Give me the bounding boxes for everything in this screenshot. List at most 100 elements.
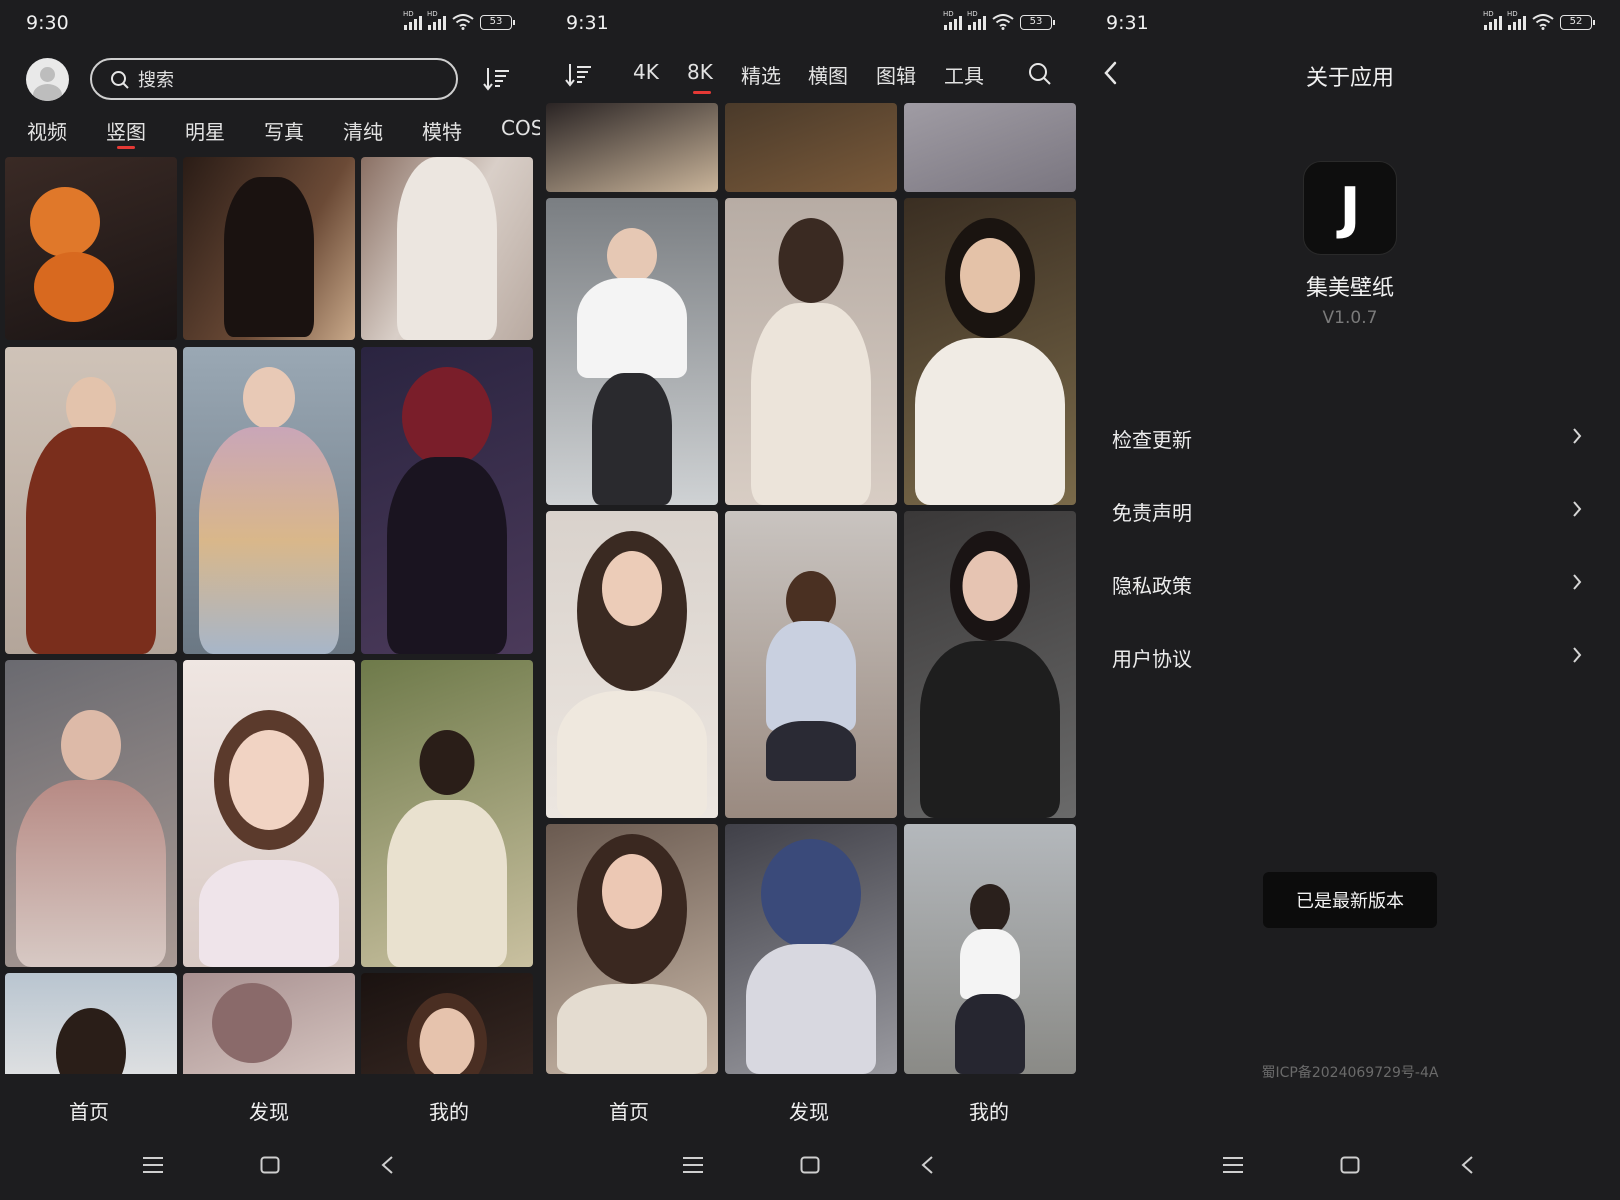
tab-landscape[interactable]: 横图 bbox=[808, 60, 848, 89]
tab-photo[interactable]: 写真 bbox=[264, 116, 304, 145]
wallpaper-tile[interactable] bbox=[361, 347, 533, 654]
nav-discover[interactable]: 发现 bbox=[249, 1096, 289, 1125]
signal-icon: HD bbox=[943, 10, 962, 30]
nav-mine[interactable]: 我的 bbox=[429, 1096, 469, 1125]
chevron-right-icon bbox=[1573, 428, 1582, 444]
home-square-icon[interactable] bbox=[260, 1156, 280, 1178]
latest-version-button[interactable]: 已是最新版本 bbox=[1263, 872, 1437, 928]
battery-icon: 52 bbox=[1560, 14, 1595, 30]
nav-home[interactable]: 首页 bbox=[609, 1096, 649, 1125]
tab-cos[interactable]: COS bbox=[501, 116, 540, 140]
wallpaper-tile[interactable] bbox=[725, 824, 897, 1074]
menu-label: 隐私政策 bbox=[1112, 574, 1192, 598]
tab-video[interactable]: 视频 bbox=[27, 116, 67, 145]
battery-icon: 53 bbox=[480, 14, 515, 30]
chevron-right-icon bbox=[1573, 501, 1582, 517]
chevron-right-icon bbox=[1573, 574, 1582, 590]
back-triangle-icon[interactable] bbox=[920, 1156, 934, 1178]
status-time: 9:31 bbox=[1106, 12, 1149, 34]
tab-tools[interactable]: 工具 bbox=[944, 60, 984, 89]
nav-discover[interactable]: 发现 bbox=[789, 1096, 829, 1125]
home-square-icon[interactable] bbox=[1340, 1156, 1360, 1178]
wallpaper-tile[interactable] bbox=[725, 511, 897, 818]
wallpaper-tile[interactable] bbox=[5, 157, 177, 340]
system-nav bbox=[0, 1134, 540, 1200]
status-time: 9:30 bbox=[26, 12, 69, 34]
wallpaper-tile[interactable] bbox=[725, 198, 897, 505]
sort-icon[interactable] bbox=[564, 60, 594, 90]
tab-celebrity[interactable]: 明星 bbox=[185, 116, 225, 145]
app-logo-letter: J bbox=[1339, 175, 1361, 241]
menu-icon[interactable] bbox=[683, 1156, 703, 1178]
wallpaper-tile[interactable] bbox=[546, 103, 718, 192]
tab-4k[interactable]: 4K bbox=[633, 60, 659, 84]
wallpaper-tile[interactable] bbox=[904, 198, 1076, 505]
signal-icon: HD bbox=[1483, 10, 1502, 30]
wifi-icon bbox=[992, 14, 1014, 30]
category-tabs: 视频 竖图 明星 写真 清纯 模特 COS bbox=[0, 112, 540, 152]
wallpaper-tile[interactable] bbox=[183, 157, 355, 340]
menu-icon[interactable] bbox=[143, 1156, 163, 1178]
wallpaper-tile[interactable] bbox=[546, 511, 718, 818]
wallpaper-tile[interactable] bbox=[5, 347, 177, 654]
wallpaper-tile[interactable] bbox=[361, 660, 533, 967]
tab-8k[interactable]: 8K bbox=[687, 60, 713, 84]
search-icon[interactable] bbox=[1028, 62, 1052, 86]
menu-check-update[interactable]: 检查更新 bbox=[1112, 416, 1582, 456]
battery-icon: 53 bbox=[1020, 14, 1055, 30]
bottom-nav: 首页 发现 我的 bbox=[540, 1074, 1080, 1134]
home-screen: 9:30 HD HD 53 视频 竖图 明星 写真 清纯 模特 COS bbox=[0, 0, 540, 1200]
menu-label: 检查更新 bbox=[1112, 428, 1192, 452]
sort-icon[interactable] bbox=[482, 64, 512, 94]
chevron-right-icon bbox=[1573, 647, 1582, 663]
wallpaper-tile[interactable] bbox=[725, 103, 897, 192]
wallpaper-tile[interactable] bbox=[546, 824, 718, 1074]
discover-screen: 9:31 HD HD 53 4K 8K 精选 横图 图辑 工具 首页 发现 我的 bbox=[540, 0, 1080, 1200]
signal-icon: HD bbox=[1507, 10, 1526, 30]
wallpaper-grid bbox=[540, 103, 1080, 1074]
wallpaper-tile[interactable] bbox=[904, 824, 1076, 1074]
wallpaper-tile[interactable] bbox=[183, 347, 355, 654]
wallpaper-tile[interactable] bbox=[546, 198, 718, 505]
wallpaper-tile[interactable] bbox=[183, 973, 355, 1074]
search-input[interactable] bbox=[138, 66, 438, 94]
wallpaper-tile[interactable] bbox=[183, 660, 355, 967]
wallpaper-grid bbox=[0, 157, 540, 1074]
app-logo: J bbox=[1303, 161, 1397, 255]
active-tab-indicator bbox=[693, 91, 711, 94]
wallpaper-tile[interactable] bbox=[5, 973, 177, 1074]
system-nav bbox=[540, 1134, 1080, 1200]
menu-user-agreement[interactable]: 用户协议 bbox=[1112, 635, 1582, 675]
search-icon bbox=[111, 71, 129, 89]
avatar[interactable] bbox=[26, 58, 69, 101]
status-bar: 9:31 HD HD 52 bbox=[1080, 0, 1620, 46]
menu-label: 用户协议 bbox=[1112, 647, 1192, 671]
nav-home[interactable]: 首页 bbox=[69, 1096, 109, 1125]
tab-albums[interactable]: 图辑 bbox=[876, 60, 916, 89]
tab-featured[interactable]: 精选 bbox=[741, 60, 781, 89]
menu-privacy-policy[interactable]: 隐私政策 bbox=[1112, 562, 1582, 602]
back-triangle-icon[interactable] bbox=[1460, 1156, 1474, 1178]
tab-pure[interactable]: 清纯 bbox=[343, 116, 383, 145]
bottom-nav: 首页 发现 我的 bbox=[0, 1074, 540, 1134]
about-screen: 9:31 HD HD 52 关于应用 J 集美壁纸 V1.0.7 检查更新 免责… bbox=[1080, 0, 1620, 1200]
nav-mine[interactable]: 我的 bbox=[969, 1096, 1009, 1125]
tab-portrait[interactable]: 竖图 bbox=[106, 116, 146, 145]
wallpaper-tile[interactable] bbox=[904, 511, 1076, 818]
wallpaper-tile[interactable] bbox=[361, 157, 533, 340]
wallpaper-tile[interactable] bbox=[5, 660, 177, 967]
app-name: 集美壁纸 bbox=[1305, 276, 1394, 301]
status-time: 9:31 bbox=[566, 12, 609, 34]
menu-icon[interactable] bbox=[1223, 1156, 1243, 1178]
wifi-icon bbox=[452, 14, 474, 30]
wallpaper-tile[interactable] bbox=[904, 103, 1076, 192]
wifi-icon bbox=[1532, 14, 1554, 30]
signal-icon: HD bbox=[403, 10, 422, 30]
menu-disclaimer[interactable]: 免责声明 bbox=[1112, 489, 1582, 529]
home-square-icon[interactable] bbox=[800, 1156, 820, 1178]
status-bar: 9:30 HD HD 53 bbox=[0, 0, 540, 46]
wallpaper-tile[interactable] bbox=[361, 973, 533, 1074]
back-triangle-icon[interactable] bbox=[380, 1156, 394, 1178]
search-bar[interactable] bbox=[90, 58, 458, 100]
tab-model[interactable]: 模特 bbox=[422, 116, 462, 145]
